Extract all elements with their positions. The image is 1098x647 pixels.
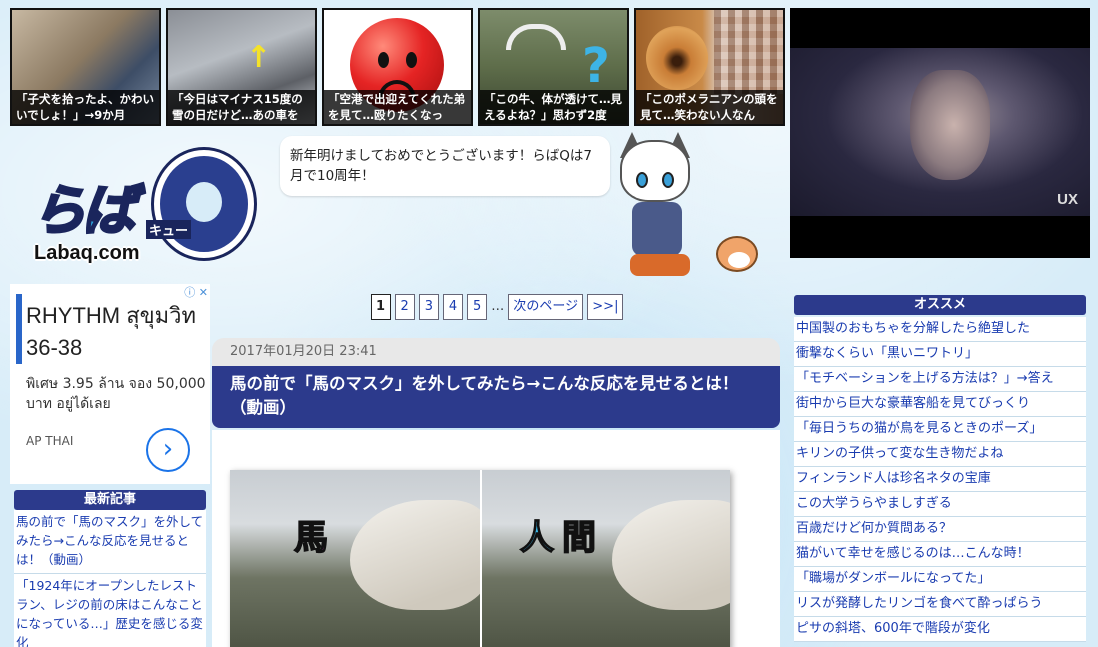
ad-accent-bar — [16, 294, 22, 364]
latest-articles-title: 最新記事 — [14, 490, 206, 510]
post-image-right: 人間 — [480, 470, 730, 647]
latest-article-link[interactable]: 馬の前で「馬のマスク」を外してみたら→こんな反応を見せるとは！（動画） — [14, 510, 206, 574]
label-human: 人間 — [519, 517, 604, 559]
pagination: 1 2 3 4 5 … 次のページ >>| — [212, 294, 782, 320]
thumbnail-caption[interactable]: 「この牛、体が透けて…見えるよね？」思わず2度 — [480, 90, 627, 124]
cat-head — [620, 140, 690, 202]
site-logo[interactable]: らば キュー Labaq.com — [24, 150, 254, 270]
logo-kyu: キュー — [146, 220, 192, 239]
arrow-up-icon: ↑ — [246, 40, 272, 75]
recommended-link[interactable]: 猫がいて幸せを感じるのは…こんな時！ — [794, 542, 1086, 567]
recommended-link[interactable]: 「毎日うちの猫が鳥を見るときのポーズ」 — [794, 417, 1086, 442]
recommended-link[interactable]: キリンの子供って変な生き物だよね — [794, 442, 1086, 467]
ad-choices-icon[interactable]: ⓘ ✕ — [184, 284, 208, 300]
thumbnail-5[interactable]: 「このポメラニアンの頭を見て…笑わない人なん — [634, 8, 785, 126]
last-page-link[interactable]: >>| — [587, 294, 624, 320]
recommended-title: オススメ — [794, 295, 1086, 315]
video-person — [910, 70, 990, 180]
horse-image — [612, 500, 730, 610]
next-page-link[interactable]: 次のページ — [508, 294, 584, 320]
ad-source: AP THAI — [26, 434, 74, 448]
recommended-sidebar: オススメ 中国製のおもちゃを分解したら絶望した 衝撃なくらい「黒いニワトリ」 「… — [794, 295, 1086, 642]
thumbnail-2[interactable]: ↑ 「今日はマイナス15度の雪の日だけど…あの車を — [166, 8, 317, 126]
video-brand-logo: UX — [1057, 191, 1078, 208]
post-image-left: 馬 — [230, 470, 490, 647]
page-link[interactable]: 2 — [394, 294, 415, 320]
post-title[interactable]: 馬の前で「馬のマスク」を外してみたら→こんな反応を見せるとは！（動画） — [212, 366, 780, 428]
recommended-link[interactable]: 百歳だけど何か質問ある？ — [794, 517, 1086, 542]
page-link[interactable]: 3 — [418, 294, 439, 320]
thumbnail-4[interactable]: ? 「この牛、体が透けて…見えるよね？」思わず2度 — [478, 8, 629, 126]
main-content: 1 2 3 4 5 … 次のページ >>| 2017年01月20日 23:41 … — [212, 288, 782, 647]
latest-article-link[interactable]: 「1924年にオープンしたレストラン、レジの前の床はこんなことになっている…」歴… — [14, 574, 206, 647]
horse-image — [350, 500, 490, 610]
recommended-link[interactable]: ピサの斜塔、600年で階段が変化 — [794, 617, 1086, 642]
announcement-bubble: 新年明けましておめでとうございます！らばQは7月で10周年！ — [280, 136, 610, 196]
recommended-link[interactable]: 「職場がダンボールになってた」 — [794, 567, 1086, 592]
page-link[interactable]: 4 — [442, 294, 463, 320]
cat-boots — [630, 254, 690, 276]
recommended-link[interactable]: 中国製のおもちゃを分解したら絶望した — [794, 317, 1086, 342]
video-frame — [790, 48, 1090, 216]
hamster-icon — [716, 236, 758, 272]
ad-body: พิเศษ 3.95 ล้าน จอง 50,000 บาท อยู่ได้เล… — [26, 376, 206, 412]
label-horse: 馬 — [293, 517, 329, 559]
recommended-list: 中国製のおもちゃを分解したら絶望した 衝撃なくらい「黒いニワトリ」 「モチベーシ… — [794, 317, 1086, 642]
thumbnail-3[interactable]: 「空港で出迎えてくれた弟を見て…殴りたくなっ — [322, 8, 473, 126]
recommended-link[interactable]: 街中から巨大な豪華客船を見てびっくり — [794, 392, 1086, 417]
pomeranian-image — [646, 26, 708, 90]
recommended-link[interactable]: 「モチベーションを上げる方法は？」→答え — [794, 367, 1086, 392]
cat-body — [632, 202, 682, 256]
thumbnail-caption[interactable]: 「今日はマイナス15度の雪の日だけど…あの車を — [168, 90, 315, 124]
question-mark-icon: ? — [582, 38, 610, 94]
recommended-link[interactable]: この大学うらやましすぎる — [794, 492, 1086, 517]
chevron-right-icon[interactable]: › — [146, 428, 190, 472]
recommended-link[interactable]: リスが発酵したリンゴを食べて酔っぱらう — [794, 592, 1086, 617]
ad-headline[interactable]: RHYTHM สุขุมวิท 36-38 — [26, 300, 210, 364]
recommended-link[interactable]: 衝撃なくらい「黒いニワトリ」 — [794, 342, 1086, 367]
thumbnail-caption[interactable]: 「空港で出迎えてくれた弟を見て…殴りたくなっ — [324, 90, 471, 124]
post-date: 2017年01月20日 23:41 — [212, 338, 780, 366]
post-body: 馬 人間 — [212, 430, 780, 647]
thumbnail-caption[interactable]: 「子犬を拾ったよ、かわいいでしょ！」→9か月 — [12, 90, 159, 124]
pagination-ellipsis: … — [491, 299, 505, 314]
sidebar-ad[interactable]: ⓘ ✕ RHYTHM สุขุมวิท 36-38 พิเศษ 3.95 ล้า… — [10, 284, 210, 484]
video-player[interactable]: UX — [790, 8, 1090, 258]
logo-q-mark — [154, 150, 254, 258]
logo-domain: Labaq.com — [34, 242, 140, 264]
logo-text: らば — [31, 178, 138, 244]
thumbnail-1[interactable]: 「子犬を拾ったよ、かわいいでしょ！」→9か月 — [10, 8, 161, 126]
mascot-illustration — [612, 132, 762, 284]
thumbnail-caption[interactable]: 「このポメラニアンの頭を見て…笑わない人なん — [636, 90, 783, 124]
mosaic-image — [714, 10, 783, 94]
cat-eye-icon — [636, 172, 648, 188]
thumbnail-strip: 「子犬を拾ったよ、かわいいでしょ！」→9か月 ↑ 「今日はマイナス15度の雪の日… — [10, 8, 785, 126]
cat-eye-icon — [662, 172, 674, 188]
page-link[interactable]: 5 — [467, 294, 488, 320]
latest-articles: 最新記事 馬の前で「馬のマスク」を外してみたら→こんな反応を見せるとは！（動画）… — [14, 490, 206, 647]
recommended-link[interactable]: フィンランド人は珍名ネタの宝庫 — [794, 467, 1086, 492]
page-link-current[interactable]: 1 — [370, 294, 391, 320]
post-image[interactable]: 馬 人間 — [230, 470, 730, 647]
